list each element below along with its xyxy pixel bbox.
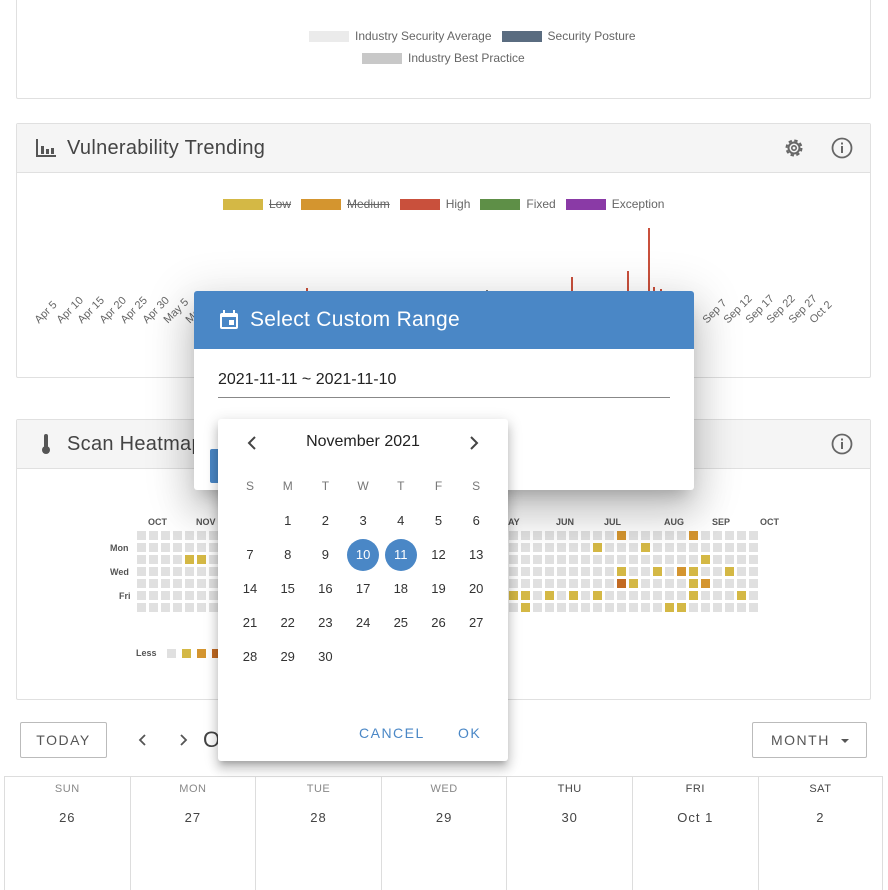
day-cell[interactable]: 18 xyxy=(385,573,417,605)
day-cell[interactable]: 4 xyxy=(385,505,417,537)
day-cell[interactable]: 22 xyxy=(272,607,304,639)
day-cell[interactable]: 3 xyxy=(347,505,379,537)
day-cell[interactable]: 10 xyxy=(347,539,380,571)
day-cell[interactable]: 19 xyxy=(423,573,455,605)
date-picker: November 2021 SMTWTFS 1 2 3 4 5 6 7 8 9 10 11 12 13 1… xyxy=(218,419,508,761)
day-cell[interactable]: 26 xyxy=(423,607,455,639)
dialog-header: Select Custom Range xyxy=(194,291,694,349)
day-cell[interactable]: 8 xyxy=(272,539,304,571)
calendar-icon xyxy=(220,310,238,329)
day-cell[interactable]: 20 xyxy=(460,573,492,605)
day-cell[interactable]: 5 xyxy=(423,505,455,537)
day-cell[interactable]: 11 xyxy=(384,539,417,571)
day-cell[interactable]: 25 xyxy=(385,607,417,639)
day-cell[interactable]: 17 xyxy=(347,573,379,605)
day-cell[interactable]: 29 xyxy=(272,641,304,673)
weekday-label: S xyxy=(245,479,254,493)
day-cell[interactable]: 6 xyxy=(460,505,492,537)
weekday-label: F xyxy=(434,479,443,493)
day-cell[interactable]: 30 xyxy=(309,641,341,673)
day-cell[interactable]: 16 xyxy=(309,573,341,605)
weekday-label: S xyxy=(472,479,481,493)
dialog-title: Select Custom Range xyxy=(250,308,460,331)
cancel-button[interactable]: CANCEL xyxy=(359,725,425,741)
day-cell[interactable]: 1 xyxy=(272,505,304,537)
day-cell[interactable]: 14 xyxy=(234,573,266,605)
day-cell[interactable]: 9 xyxy=(309,539,341,571)
day-cell[interactable]: 15 xyxy=(272,573,304,605)
weekday-label: T xyxy=(321,479,330,493)
day-cell[interactable]: 24 xyxy=(347,607,379,639)
weekday-label: T xyxy=(397,479,405,493)
day-cell[interactable]: 23 xyxy=(309,607,341,639)
day-cell[interactable]: 7 xyxy=(234,539,266,571)
day-cell[interactable]: 21 xyxy=(234,607,266,639)
weekday-label: M xyxy=(282,479,293,493)
ok-button[interactable]: OK xyxy=(458,725,481,741)
next-month-icon[interactable] xyxy=(462,433,486,453)
day-cell[interactable]: 13 xyxy=(460,539,492,571)
day-cell[interactable]: 12 xyxy=(423,539,455,571)
day-cell[interactable]: 2 xyxy=(309,505,341,537)
date-range-input[interactable]: 2021-11-11 ~ 2021-11-10 xyxy=(218,371,670,398)
weekday-label: W xyxy=(357,479,369,493)
day-cell[interactable]: 27 xyxy=(460,607,492,639)
day-cell[interactable]: 28 xyxy=(234,641,266,673)
